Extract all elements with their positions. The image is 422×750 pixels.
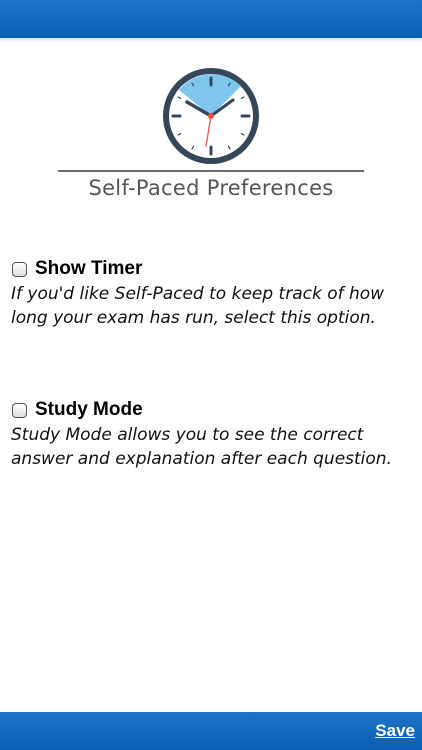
- save-button[interactable]: Save: [375, 721, 415, 741]
- top-bar-shadow: [0, 38, 422, 43]
- bottom-toolbar: Save: [0, 712, 422, 750]
- show-timer-checkbox[interactable]: [12, 261, 27, 277]
- brand-divider: [58, 170, 364, 172]
- brand-title: Self-Paced Preferences: [88, 176, 334, 200]
- show-timer-description: If you'd like Self-Paced to keep track o…: [11, 284, 385, 328]
- study-mode-description: Study Mode allows you to see the correct…: [11, 425, 392, 469]
- clock-icon: [159, 64, 263, 168]
- study-mode-label[interactable]: Study Mode: [35, 399, 143, 421]
- study-mode-row[interactable]: Study Mode: [11, 398, 411, 422]
- show-timer-row[interactable]: Show Timer: [11, 257, 411, 281]
- show-timer-option: Show Timer If you'd like Self-Paced to k…: [11, 257, 411, 330]
- show-timer-label[interactable]: Show Timer: [35, 258, 142, 280]
- study-mode-checkbox[interactable]: [12, 402, 27, 418]
- study-mode-option: Study Mode Study Mode allows you to see …: [11, 398, 411, 471]
- top-bar: [0, 0, 422, 38]
